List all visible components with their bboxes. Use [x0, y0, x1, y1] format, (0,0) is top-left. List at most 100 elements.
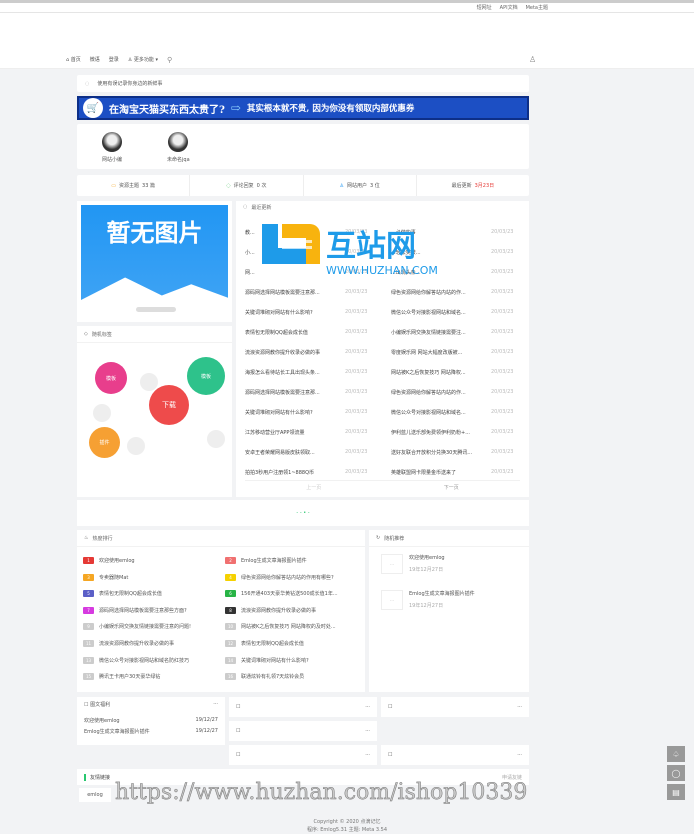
more-button[interactable]: ··· — [517, 752, 522, 758]
post-link[interactable]: 海报怎么看待站长工具出现头条... — [245, 369, 345, 376]
no-image-placeholder: 暂无图片 — [81, 205, 228, 318]
post-link[interactable]: 绿色资源网给你解答站内站的作... — [391, 389, 491, 396]
hot-item[interactable]: 9 小编娱乐网交换友情链接需要注意的问题! — [83, 623, 223, 631]
more-button[interactable]: ··· — [213, 701, 218, 713]
recommend-item[interactable]: ··· 欢迎使用emlog 19年12月27日 — [381, 554, 445, 574]
post-date: 20/03/23 — [491, 409, 514, 415]
rank-badge: 7 — [83, 606, 94, 614]
post-link[interactable]: 流浪资源网教你提升收录必做的事 — [245, 349, 345, 356]
hot-item-title: 微信公众号对接影视网站和域名防红技巧 — [99, 657, 190, 664]
hot-item[interactable]: 1 欢迎使用emlog — [83, 557, 223, 564]
link-short-url[interactable]: 短网址 — [477, 4, 492, 11]
hot-item[interactable]: 5 表情包无限制QQ超会成长值 — [83, 590, 223, 598]
search-icon[interactable]: ⚲ — [167, 56, 172, 64]
tag-bubble[interactable]: 下载 — [149, 385, 189, 425]
list-item[interactable]: 欢迎使用emlog 19/12/27 — [84, 717, 218, 724]
post-link[interactable]: 源码网选择网站模板需要注意那... — [245, 289, 345, 296]
hot-item[interactable]: 2 Emlog生成文章海报图片插件 — [225, 557, 365, 564]
user-item[interactable]: 未命名jqa — [167, 132, 190, 169]
post-link[interactable]: 小编娱乐网交换友情链接需要注... — [391, 329, 491, 336]
notes-button[interactable]: ▤ — [667, 784, 685, 800]
theme-toggle-button[interactable]: ♤ — [667, 746, 685, 762]
post-link[interactable]: 表情包无限制QQ超会成长值 — [245, 329, 345, 336]
recommend-item[interactable]: ··· Emlog生成文章海报图片插件 19年12月27日 — [381, 590, 475, 610]
doc-icon: ☐ — [236, 752, 241, 758]
panel-title: ◇ 随机标签 — [77, 326, 232, 343]
post-link[interactable]: 微信公众号对接影视网站和域名... — [391, 309, 491, 316]
more-button[interactable]: ··· — [517, 704, 522, 710]
panel-title-text: 随机标签 — [91, 331, 112, 338]
hot-item[interactable]: 15 腾讯王卡用户30天豪华绿钻 — [83, 673, 223, 681]
slider-dots[interactable] — [136, 307, 176, 312]
post-link[interactable]: 微信公众号对接影视网站和域名... — [391, 409, 491, 416]
post-link[interactable]: 送好友联合开放积分兑换30天腾讯... — [391, 449, 491, 456]
random-recommend-panel: ↻ 随机推荐 ··· 欢迎使用emlog 19年12月27日 ··· Emlog生成文章… — [369, 530, 529, 692]
post-link[interactable]: 关键词堆砌对网站有什么影响? — [245, 309, 345, 316]
post-link[interactable]: 零度娱乐网 网站大幅度改版被... — [391, 349, 491, 356]
list-item[interactable]: Emlog生成文章海报图片插件 19/12/27 — [84, 728, 218, 735]
avatar — [168, 132, 189, 152]
hot-item[interactable]: 7 源码网选择网站模板需要注意那些方面? — [83, 606, 223, 614]
post-link[interactable]: 拍拍3秒用户注册领1~888Q币 — [245, 469, 345, 476]
hot-item[interactable]: 8 流浪资源网教你提升收录必做的事 — [225, 606, 365, 614]
ad-banner[interactable]: 🛒 在淘宝天猫买东西太贵了? ⇨ 其实根本就不贵, 因为你没有领取内部优惠券 — [77, 96, 529, 120]
post-link[interactable]: 安卓王者荣耀网易版皮肤领取... — [245, 449, 345, 456]
nav-login[interactable]: 登录 — [109, 56, 119, 63]
post-link[interactable]: 江苏移动营业厅APP领流量 — [245, 429, 345, 436]
link-api-docs[interactable]: API文档 — [500, 4, 518, 11]
hot-item[interactable]: 13 微信公众号对接影视网站和域名防红技巧 — [83, 656, 223, 664]
fire-icon: ♨ — [84, 535, 89, 541]
post-link[interactable]: 网站被K之后恢复技巧 网站降权... — [391, 369, 491, 376]
post-date: 20/03/23 — [491, 309, 514, 315]
post-link[interactable]: 关键词堆砌对网站有什么影响? — [245, 409, 345, 416]
nav-home[interactable]: ⌂ 首页 — [66, 56, 81, 63]
hot-item-title: 小编娱乐网交换友情链接需要注意的问题! — [99, 624, 192, 631]
user-icon[interactable]: ♙ — [529, 55, 536, 64]
tag-bubble[interactable]: 模板 — [187, 357, 225, 395]
link-meta-theme[interactable]: Meta主题 — [526, 4, 548, 11]
next-page-button[interactable]: 下一页 — [383, 481, 521, 494]
hot-item-title: 156开通403天豪华黄钻送500成长值1年... — [241, 591, 338, 598]
tag-bubble-empty — [93, 404, 111, 422]
hot-item-title: 联通炫铃有礼领7天炫铃会员 — [241, 674, 305, 681]
panel-title-text: 随机推荐 — [384, 535, 405, 542]
doc-icon: ☐ — [388, 704, 393, 710]
loading-indicator: - - • - — [77, 500, 529, 526]
hot-item[interactable]: 12 表情包无限制QQ超会成长值 — [225, 640, 365, 647]
more-button[interactable]: ··· — [365, 752, 370, 758]
hot-item[interactable]: 4 绿色资源网给你解答站内站的作用有哪些? — [225, 573, 365, 581]
nav-weiyu[interactable]: 微语 — [90, 56, 100, 63]
tag-bubble[interactable]: 插件 — [89, 427, 120, 458]
chat-button[interactable]: ◯ — [667, 765, 685, 781]
hot-item[interactable]: 16 联通炫铃有礼领7天炫铃会员 — [225, 673, 365, 681]
hot-item[interactable]: 11 流浪资源网教你提升收录必做的事 — [83, 640, 223, 647]
hot-item[interactable]: 10 网站被K之后恢复技巧 网站降权的及时处... — [225, 623, 365, 631]
post-link[interactable]: 源码网选择网站模板需要注意那... — [245, 389, 345, 396]
friend-link[interactable]: emlog — [79, 788, 111, 802]
book-icon: ▭ — [111, 182, 116, 189]
tag-bubble-empty — [207, 430, 225, 448]
nav-more[interactable]: ♙ 更多功能 ▾ — [128, 56, 158, 63]
more-button[interactable]: ··· — [365, 728, 370, 734]
user-item[interactable]: 网站小编 — [102, 132, 122, 169]
hot-item[interactable]: 14 关键词堆砌对网站有什么影响? — [225, 656, 365, 664]
post-link[interactable]: 绿色资源网给你解答站内站的作... — [391, 289, 491, 296]
rank-badge: 9 — [83, 623, 94, 631]
no-image-text: 暂无图片 — [106, 219, 203, 247]
stat-label: 网站用户 — [346, 183, 367, 189]
hot-item[interactable]: 6 156开通403天豪华黄钻送500成长值1年... — [225, 590, 365, 598]
tag-bubble-empty — [140, 373, 158, 391]
slider[interactable]: 暂无图片 — [77, 201, 232, 322]
hot-item-title: 绿色资源网给你解答站内站的作用有哪些? — [241, 574, 334, 581]
more-button[interactable]: ··· — [365, 704, 370, 710]
post-link[interactable]: 英雄联盟网卡限量金币送来了 — [391, 469, 491, 476]
notice-bar: ◌ 使用有误记录你身边的新鲜事 — [77, 75, 529, 92]
thumbnail: ··· — [381, 554, 403, 574]
post-link[interactable]: 伊利蓝儿送乐部免费领伊利奶粉+... — [391, 429, 491, 436]
hot-item-title: 专卖器随Mat — [99, 574, 129, 581]
prev-page-button[interactable]: 上一页 — [245, 481, 383, 494]
tag-bubble[interactable]: 模板 — [95, 362, 127, 394]
header — [0, 13, 694, 51]
panel-title: ↻ 随机推荐 — [369, 530, 529, 547]
hot-item[interactable]: 3 专卖器随Mat — [83, 573, 223, 581]
